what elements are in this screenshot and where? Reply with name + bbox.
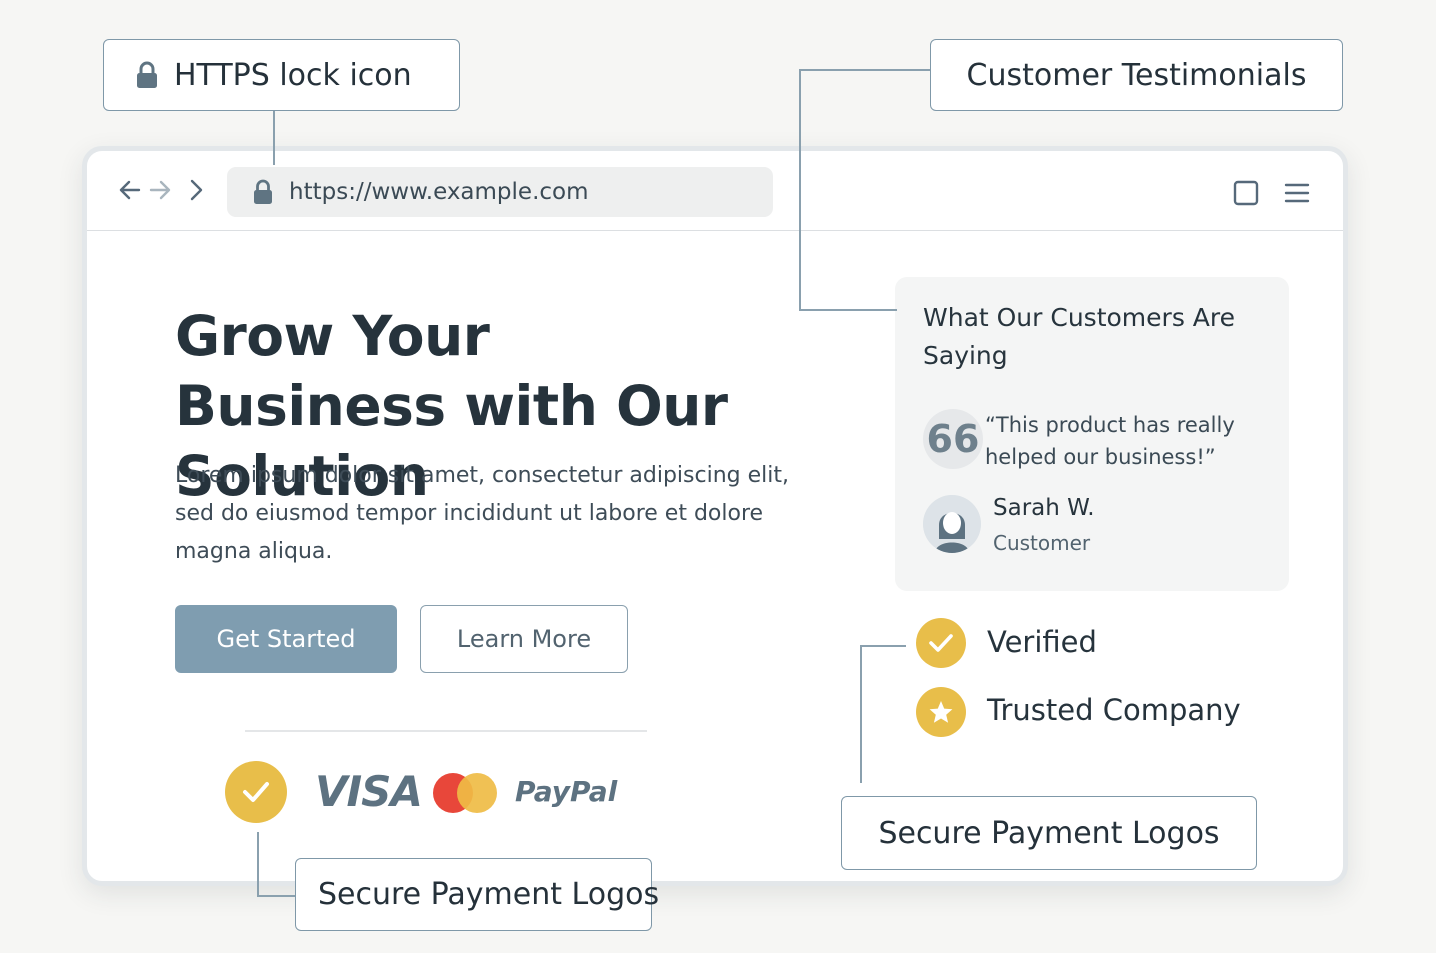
connector-line [799, 69, 801, 310]
testimonial-card: What Our Customers Are Saying 66 “This p… [895, 277, 1289, 591]
get-started-button[interactable]: Get Started [175, 605, 397, 673]
connector-line [860, 645, 862, 783]
learn-more-button[interactable]: Learn More [420, 605, 628, 673]
paypal-logo: PayPal [515, 775, 618, 808]
back-arrow-icon[interactable] [117, 177, 143, 203]
divider [245, 730, 647, 732]
hamburger-menu-icon[interactable] [1283, 179, 1311, 207]
callout-secure-payment-right: Secure Payment Logos [841, 796, 1257, 870]
testimonial-quote: “This product has really helped our busi… [985, 413, 1235, 469]
lock-icon [137, 61, 157, 88]
address-url[interactable]: https://www.example.com [289, 179, 589, 205]
hero-description: Lorem ipsum dolor sit amet, consectetur … [175, 463, 789, 564]
connector-line [799, 309, 897, 311]
connector-line [860, 645, 906, 647]
connector-line [273, 111, 275, 165]
connector-line [257, 895, 295, 897]
callout-label: Secure Payment Logos [318, 877, 660, 912]
callout-label: Customer Testimonials [966, 57, 1307, 93]
address-bar[interactable]: https://www.example.com [227, 167, 773, 217]
star-icon [916, 687, 966, 737]
quote-mark: 66 [926, 417, 980, 461]
forward-arrow-icon[interactable] [147, 177, 173, 203]
verified-label: Verified [987, 625, 1097, 659]
testimonial-heading: What Our Customers Are Saying [923, 303, 1235, 370]
browser-window: https://www.example.com Grow Your Busine… [82, 146, 1348, 886]
connector-line [799, 69, 930, 71]
quote-icon: 66 [923, 409, 983, 469]
mastercard-logo-icon [433, 773, 499, 813]
callout-label: Secure Payment Logos [878, 815, 1220, 851]
reviewer-role: Customer [993, 531, 1091, 555]
connector-line [257, 832, 259, 896]
browser-toolbar: https://www.example.com [87, 151, 1343, 231]
window-square-icon[interactable] [1232, 179, 1260, 207]
callout-testimonials: Customer Testimonials [930, 39, 1343, 111]
reviewer-name: Sarah W. [993, 495, 1095, 521]
trusted-company-label: Trusted Company [987, 693, 1241, 727]
lock-icon [254, 179, 272, 204]
check-badge-icon [225, 761, 287, 823]
callout-label: HTTPS lock icon [174, 57, 412, 93]
chevron-right-icon[interactable] [183, 177, 209, 203]
visa-logo: VISA [315, 767, 423, 816]
callout-secure-payment-bottom: Secure Payment Logos [295, 858, 659, 931]
verified-check-icon [916, 618, 966, 668]
avatar [923, 495, 981, 553]
callout-https-lock: HTTPS lock icon [103, 39, 460, 111]
